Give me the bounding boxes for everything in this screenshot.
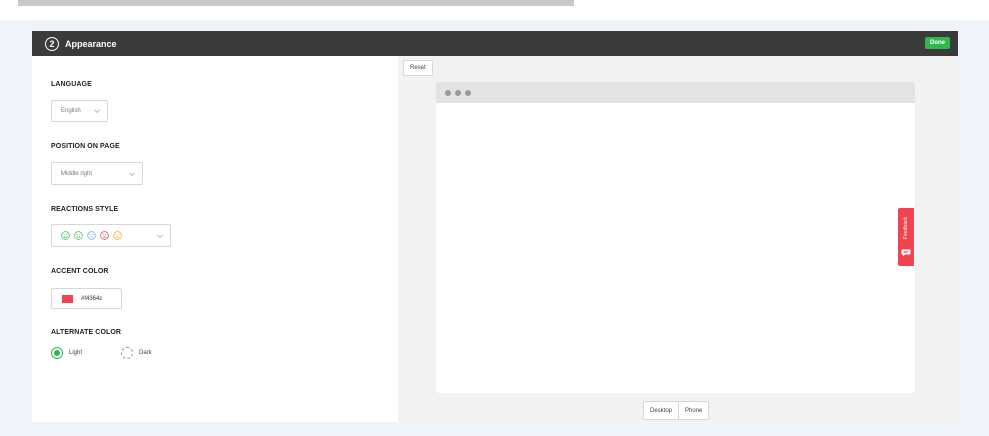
language-label: LANGUAGE [51, 81, 92, 88]
top-strip [18, 0, 574, 6]
position-label: POSITION ON PAGE [51, 143, 120, 150]
radio-dark-label: Dark [139, 350, 152, 356]
meh-face-icon [113, 231, 122, 240]
reaction-faces [61, 231, 122, 240]
section-title: Appearance [65, 38, 117, 49]
done-button[interactable]: Done [925, 37, 950, 49]
reactions-select[interactable] [51, 224, 171, 247]
feedback-tab[interactable]: Feedback [898, 208, 914, 266]
step-number-badge: 2 [45, 36, 59, 51]
position-value: Middle right [61, 170, 93, 177]
view-toggle: Desktop Phone [643, 401, 710, 420]
language-value: English [61, 108, 81, 114]
chevron-down-icon [129, 169, 135, 176]
radio-light[interactable]: Light [51, 347, 82, 359]
chevron-down-icon [157, 231, 163, 238]
neutral-face-icon [87, 231, 96, 240]
browser-preview [436, 82, 915, 393]
radio-button[interactable] [121, 347, 133, 359]
accent-color-value: #f4364c [81, 295, 103, 302]
smile-face-icon [74, 231, 83, 240]
phone-view-button[interactable]: Phone [678, 402, 709, 419]
window-dot [465, 89, 471, 96]
position-select[interactable]: Middle right [51, 162, 143, 185]
window-dot [445, 89, 451, 96]
accent-color-label: ACCENT COLOR [51, 268, 109, 275]
radio-light-label: Light [69, 350, 83, 356]
chat-bubble-icon [901, 249, 911, 257]
sad-face-icon [100, 231, 109, 240]
settings-panel: LANGUAGE English POSITION ON PAGE Middle… [32, 56, 398, 422]
alternate-color-label: ALTERNATE COLOR [51, 329, 122, 336]
chevron-down-icon [94, 107, 100, 114]
browser-toolbar [436, 82, 915, 103]
section-header: 2 Appearance Done [32, 31, 958, 56]
color-swatch[interactable] [62, 294, 73, 303]
radio-dark[interactable]: Dark [121, 347, 152, 359]
preview-panel: Reset Feedback Desktop Phone [398, 56, 958, 422]
language-select[interactable]: English [51, 100, 108, 122]
desktop-view-button[interactable]: Desktop [644, 402, 679, 419]
big-smile-face-icon [61, 231, 70, 240]
radio-button[interactable] [51, 347, 63, 359]
feedback-label: Feedback [903, 217, 909, 239]
reactions-label: REACTIONS STYLE [51, 206, 119, 213]
reset-button[interactable]: Reset [403, 60, 433, 76]
accent-color-input[interactable]: #f4364c [51, 288, 122, 309]
window-dot [455, 89, 461, 96]
